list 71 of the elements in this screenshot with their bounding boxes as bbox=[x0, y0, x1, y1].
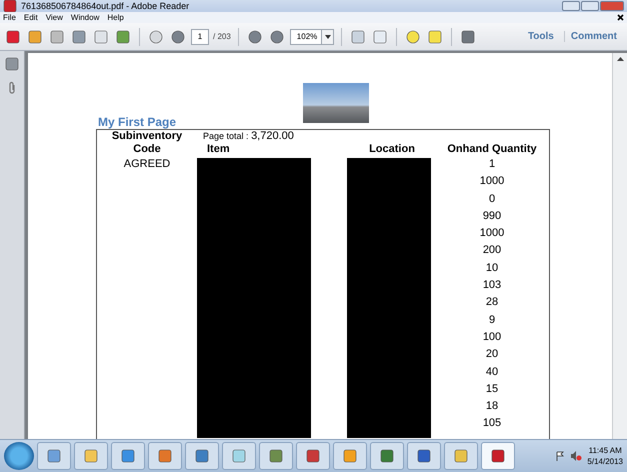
toolbar-link[interactable]: Tools bbox=[522, 31, 560, 42]
scroll-up-icon[interactable] bbox=[616, 57, 624, 61]
page-number-field[interactable]: 1 bbox=[191, 28, 209, 44]
page-count: / 203 bbox=[213, 32, 231, 41]
fit-width-button[interactable] bbox=[371, 28, 390, 46]
taskbar-button[interactable] bbox=[333, 442, 367, 470]
photo-placeholder bbox=[303, 83, 369, 123]
taskbar-button[interactable] bbox=[37, 442, 71, 470]
taskbar-button[interactable] bbox=[259, 442, 293, 470]
menu-item[interactable]: File bbox=[3, 13, 16, 22]
previous-page-button[interactable] bbox=[147, 28, 165, 46]
close-icon[interactable] bbox=[617, 14, 624, 21]
table-cell-text: 18 bbox=[486, 399, 498, 414]
save-button[interactable] bbox=[48, 28, 66, 46]
taskbar-button[interactable] bbox=[111, 442, 145, 470]
column-header: Onhand Quantity bbox=[446, 143, 538, 156]
envelope-button[interactable] bbox=[92, 28, 110, 46]
table-cell-text: 15 bbox=[486, 382, 498, 397]
start-button[interactable] bbox=[4, 442, 34, 470]
zoom-in-button[interactable] bbox=[268, 28, 286, 46]
page-total: Page total : 3,720.00 bbox=[202, 130, 295, 143]
table-cell-text: 9 bbox=[488, 312, 496, 328]
column-header: Location bbox=[368, 143, 416, 156]
table-cell-text: 1 bbox=[488, 157, 496, 172]
table-cell-text: 20 bbox=[486, 347, 498, 362]
page-heading: My First Page bbox=[98, 115, 178, 129]
table-cell-text: 1000 bbox=[480, 174, 504, 190]
scrollbar[interactable] bbox=[612, 53, 627, 439]
create-pdf-button[interactable] bbox=[4, 28, 22, 46]
menu-item[interactable]: View bbox=[46, 13, 63, 22]
table-cell-text: 40 bbox=[486, 364, 498, 380]
system-clock[interactable]: 11:45 AM 5/14/2013 bbox=[587, 445, 623, 467]
table-cell-text: 100 bbox=[482, 330, 502, 345]
taskbar-button[interactable] bbox=[407, 442, 441, 470]
speaker-muted-icon[interactable] bbox=[570, 451, 582, 461]
taskbar-button[interactable] bbox=[481, 442, 515, 470]
toolbar-link[interactable]: Comment bbox=[564, 31, 623, 42]
table-cell-text: 105 bbox=[482, 416, 502, 432]
table-cell-text: 103 bbox=[482, 278, 502, 294]
comment-button[interactable] bbox=[404, 28, 422, 46]
table-cell-text: 10 bbox=[486, 260, 498, 276]
menu-item[interactable]: Help bbox=[107, 13, 124, 22]
table-cell-text: 0 bbox=[488, 192, 496, 207]
zoom-out-button[interactable] bbox=[246, 28, 264, 46]
table-cell-text: AGREED bbox=[122, 157, 172, 172]
column-header: Subinventory Code bbox=[110, 130, 184, 156]
zoom-dropdown[interactable]: 102% bbox=[290, 28, 334, 44]
table-cell-text: 1000 bbox=[480, 226, 504, 242]
taskbar-button[interactable] bbox=[296, 442, 330, 470]
window-title: 761368506784864out.pdf - Adobe Reader bbox=[21, 1, 190, 11]
sign-button[interactable] bbox=[114, 28, 132, 46]
table-cell-text: 990 bbox=[482, 208, 502, 224]
menu-item[interactable]: Edit bbox=[24, 13, 38, 22]
fit-page-button[interactable] bbox=[349, 28, 368, 46]
taskbar-button[interactable] bbox=[370, 442, 404, 470]
taskbar-button[interactable] bbox=[185, 442, 219, 470]
minimize-button[interactable] bbox=[562, 1, 580, 11]
full-screen-button[interactable] bbox=[459, 28, 478, 46]
print-button[interactable] bbox=[70, 28, 88, 46]
paperclip-icon[interactable] bbox=[7, 81, 17, 95]
table-cell-text: 200 bbox=[482, 243, 502, 258]
next-page-button[interactable] bbox=[169, 28, 187, 46]
flag-icon[interactable] bbox=[555, 451, 566, 461]
caret-icon[interactable] bbox=[321, 30, 334, 44]
table-cell-text: 28 bbox=[486, 295, 498, 310]
highlight-button[interactable] bbox=[426, 28, 444, 46]
taskbar-button[interactable] bbox=[148, 442, 182, 470]
column-header: Item bbox=[206, 143, 231, 156]
menu-item[interactable]: Window bbox=[70, 13, 100, 22]
open-file-button[interactable] bbox=[26, 28, 44, 46]
restore-button[interactable] bbox=[581, 1, 599, 11]
